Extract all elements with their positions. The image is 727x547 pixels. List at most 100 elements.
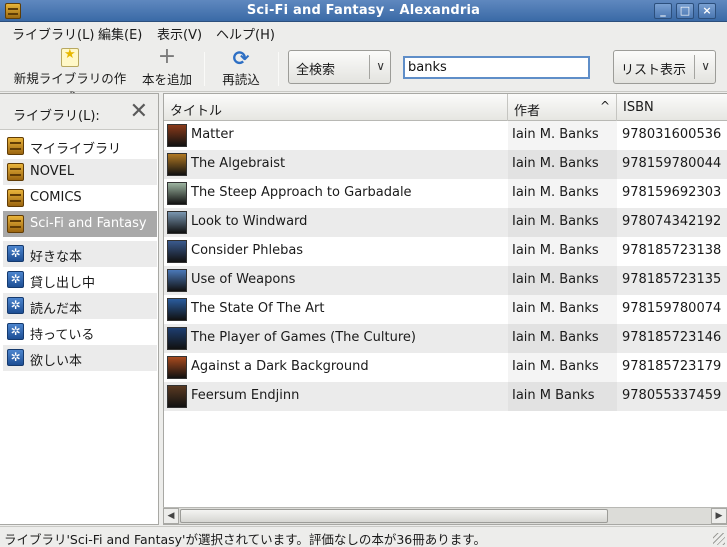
- book-isbn: 978055337459: [622, 388, 722, 403]
- sidebar-item-favorites[interactable]: ✲ 好きな本: [3, 241, 157, 267]
- toolbar: 新規ライブラリの作成 + 本を追加 ⟳ 再読込 全検索 ∨ リスト表示 ∨: [0, 42, 727, 105]
- horizontal-scrollbar[interactable]: ◀ ▶: [163, 507, 727, 524]
- menu-view[interactable]: 表示(V): [157, 24, 202, 43]
- table-row[interactable]: The Player of Games (The Culture) Iain M…: [164, 324, 727, 353]
- book-isbn: 978185723146: [622, 330, 722, 345]
- sidebar-item-wishlist[interactable]: ✲ 欲しい本: [3, 345, 157, 371]
- search-mode-select[interactable]: 全検索 ∨: [288, 50, 391, 84]
- book-title: Look to Windward: [191, 214, 308, 229]
- window-title: Sci-Fi and Fantasy - Alexandria: [246, 3, 481, 18]
- toolbar-separator: [204, 52, 205, 86]
- table-row[interactable]: The Steep Approach to Garbadale Iain M. …: [164, 179, 727, 208]
- sidebar-item-loaned[interactable]: ✲ 貸し出し中: [3, 267, 157, 293]
- sidebar-item-my-library[interactable]: マイライブラリ: [3, 133, 157, 159]
- book-cover-thumbnail: [167, 356, 187, 379]
- search-mode-value: 全検索: [296, 63, 336, 78]
- book-isbn: 978074342192: [622, 214, 722, 229]
- status-bar: ライブラリ'Sci-Fi and Fantasy'が選択されています。評価なしの…: [0, 526, 727, 547]
- book-author-cell: Iain M. Banks: [508, 353, 617, 382]
- view-mode-select[interactable]: リスト表示 ∨: [613, 50, 716, 84]
- book-author-cell: Iain M. Banks: [508, 266, 617, 295]
- menu-edit[interactable]: 編集(E): [98, 24, 142, 43]
- status-text: ライブラリ'Sci-Fi and Fantasy'が選択されています。評価なしの…: [4, 532, 487, 547]
- library-icon: [7, 189, 24, 207]
- book-isbn: 978159692303: [622, 185, 722, 200]
- book-isbn: 978159780044: [622, 156, 722, 171]
- sidebar-item-label: 好きな本: [30, 250, 83, 265]
- book-cover-thumbnail: [167, 327, 187, 350]
- smart-library-icon: ✲: [7, 297, 24, 314]
- book-author-cell: Iain M. Banks: [508, 121, 617, 150]
- column-header-label: タイトル: [170, 104, 223, 119]
- sort-ascending-icon: ^: [599, 99, 610, 113]
- title-bar[interactable]: Sci-Fi and Fantasy - Alexandria _ □ ×: [0, 0, 727, 22]
- book-author: Iain M Banks: [512, 388, 595, 403]
- column-header-label: ISBN: [623, 100, 654, 115]
- sidebar-item-comics[interactable]: COMICS: [3, 185, 157, 211]
- column-header-isbn[interactable]: ISBN: [617, 94, 727, 121]
- sidebar-item-label: 欲しい本: [30, 354, 83, 369]
- book-title: The Algebraist: [191, 156, 286, 171]
- sidebar-item-owned[interactable]: ✲ 持っている: [3, 319, 157, 345]
- table-row[interactable]: Against a Dark Background Iain M. Banks …: [164, 353, 727, 382]
- book-author: Iain M. Banks: [512, 243, 599, 258]
- combo-divider: [369, 55, 370, 79]
- column-header-label: 作者: [514, 104, 541, 119]
- reload-label: 再読込: [222, 72, 260, 87]
- reload-button[interactable]: ⟳ 再読込: [214, 48, 268, 88]
- book-cover-thumbnail: [167, 153, 187, 176]
- table-row[interactable]: Matter Iain M. Banks 978031600536: [164, 121, 727, 150]
- sidebar-title: ライブラリ(L):: [13, 109, 100, 124]
- book-author-cell: Iain M. Banks: [508, 324, 617, 353]
- column-header-author[interactable]: 作者 ^: [508, 94, 617, 121]
- book-author-cell: Iain M. Banks: [508, 295, 617, 324]
- resize-grip-icon[interactable]: [713, 533, 725, 545]
- scroll-right-icon[interactable]: ▶: [711, 508, 727, 524]
- add-book-button[interactable]: + 本を追加: [138, 46, 196, 88]
- table-row[interactable]: The Algebraist Iain M. Banks 97815978004…: [164, 150, 727, 179]
- book-title: Against a Dark Background: [191, 359, 369, 374]
- book-author: Iain M. Banks: [512, 214, 599, 229]
- book-author: Iain M. Banks: [512, 185, 599, 200]
- book-title: Matter: [191, 127, 234, 142]
- table-body: Matter Iain M. Banks 978031600536 The Al…: [164, 121, 727, 411]
- book-author-cell: Iain M. Banks: [508, 179, 617, 208]
- table-row[interactable]: Consider Phlebas Iain M. Banks 978185723…: [164, 237, 727, 266]
- table-row[interactable]: Use of Weapons Iain M. Banks 97818572313…: [164, 266, 727, 295]
- book-isbn: 978185723179: [622, 359, 722, 374]
- new-library-icon: [61, 47, 79, 67]
- sidebar-item-scifi-fantasy[interactable]: Sci-Fi and Fantasy: [3, 211, 157, 237]
- table-row[interactable]: Look to Windward Iain M. Banks 978074342…: [164, 208, 727, 237]
- library-sidebar: ライブラリ(L): ✕ マイライブラリ NOVEL COMICS Sci-Fi …: [0, 93, 159, 525]
- library-icon: [7, 163, 24, 181]
- smart-library-icon: ✲: [7, 271, 24, 288]
- sidebar-item-read[interactable]: ✲ 読んだ本: [3, 293, 157, 319]
- scroll-left-icon[interactable]: ◀: [163, 508, 179, 524]
- chevron-down-icon: ∨: [376, 59, 385, 73]
- table-row[interactable]: Feersum Endjinn Iain M Banks 97805533745…: [164, 382, 727, 411]
- view-mode-value: リスト表示: [621, 63, 687, 78]
- book-author: Iain M. Banks: [512, 272, 599, 287]
- book-cover-thumbnail: [167, 269, 187, 292]
- sidebar-item-novel[interactable]: NOVEL: [3, 159, 157, 185]
- menu-library[interactable]: ライブラリ(L): [12, 24, 94, 43]
- book-author: Iain M. Banks: [512, 359, 599, 374]
- menu-help[interactable]: ヘルプ(H): [216, 24, 275, 43]
- column-header-title[interactable]: タイトル: [164, 94, 508, 121]
- book-isbn: 978159780074: [622, 301, 722, 316]
- book-isbn: 978185723138: [622, 243, 722, 258]
- book-cover-thumbnail: [167, 385, 187, 408]
- scrollbar-thumb[interactable]: [180, 509, 608, 523]
- smart-library-icon: ✲: [7, 349, 24, 366]
- sidebar-item-label: COMICS: [30, 190, 82, 205]
- table-row[interactable]: The State Of The Art Iain M. Banks 97815…: [164, 295, 727, 324]
- search-input[interactable]: [403, 56, 590, 79]
- table-header: タイトル 作者 ^ ISBN: [164, 94, 727, 121]
- chevron-down-icon: ∨: [701, 59, 710, 73]
- maximize-button[interactable]: □: [676, 3, 694, 19]
- minimize-button[interactable]: _: [654, 3, 672, 19]
- close-window-button[interactable]: ×: [698, 3, 716, 19]
- close-icon[interactable]: ✕: [130, 99, 148, 124]
- book-author-cell: Iain M. Banks: [508, 150, 617, 179]
- sidebar-item-label: 持っている: [30, 328, 95, 343]
